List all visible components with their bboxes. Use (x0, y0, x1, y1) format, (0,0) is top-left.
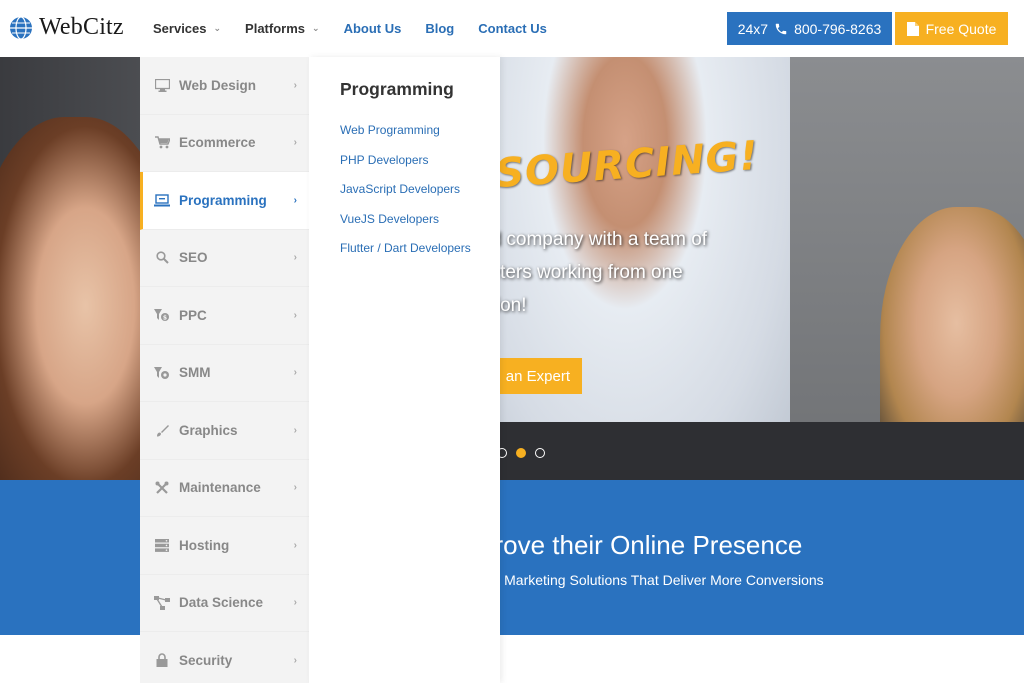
nav-contact[interactable]: Contact Us (478, 21, 547, 36)
site-header: WebCitz Services ⌄ Platforms ⌄ About Us … (0, 0, 1024, 57)
menu-item-ppc[interactable]: $ PPC › (140, 287, 309, 345)
menu-item-hosting[interactable]: Hosting › (140, 517, 309, 575)
slider-dots (497, 448, 545, 458)
smm-icon (154, 365, 170, 381)
menu-item-label: SEO (179, 250, 208, 266)
menu-item-maintenance[interactable]: Maintenance › (140, 460, 309, 517)
menu-item-ecommerce[interactable]: Ecommerce › (140, 115, 309, 172)
cart-icon (154, 135, 170, 151)
submenu-panel: Programming Web Programming PHP Develope… (309, 57, 500, 683)
submenu-link-flutter-developers[interactable]: Flutter / Dart Developers (340, 241, 471, 271)
chevron-right-icon: › (293, 137, 297, 149)
menu-item-label: Hosting (179, 537, 230, 553)
laptop-icon (154, 192, 170, 208)
submenu-link-vuejs-developers[interactable]: VueJS Developers (340, 212, 471, 242)
free-quote-label: Free Quote (925, 20, 997, 37)
menu-item-programming[interactable]: Programming › (140, 172, 309, 230)
phone-availability: 24x7 (737, 20, 769, 37)
chevron-down-icon: ⌄ (213, 23, 222, 33)
band-title: prove their Online Presence (480, 530, 803, 560)
nav-platforms[interactable]: Platforms ⌄ (245, 21, 320, 36)
free-quote-button[interactable]: Free Quote (895, 12, 1008, 45)
submenu-link-web-programming[interactable]: Web Programming (340, 123, 471, 153)
brush-icon (154, 422, 170, 438)
chevron-right-icon: › (293, 252, 297, 264)
search-icon (154, 250, 170, 266)
submenu-title: Programming (340, 79, 454, 99)
menu-item-label: Programming (179, 192, 267, 208)
menu-item-label: Security (179, 652, 233, 668)
submenu-link-php-developers[interactable]: PHP Developers (340, 153, 471, 183)
server-icon (154, 537, 170, 553)
chevron-right-icon: › (293, 194, 297, 206)
menu-item-data-science[interactable]: Data Science › (140, 575, 309, 632)
nav-blog[interactable]: Blog (425, 21, 454, 36)
band-subtitle: s & Marketing Solutions That Deliver Mor… (480, 572, 824, 588)
document-icon (906, 21, 919, 36)
hero-text-line-2: keters working from one (480, 262, 683, 283)
menu-item-label: Data Science (179, 595, 264, 611)
chevron-right-icon: › (293, 654, 297, 666)
menu-item-label: Ecommerce (179, 135, 256, 151)
globe-icon (10, 15, 32, 40)
network-icon (154, 595, 170, 611)
chevron-right-icon: › (293, 482, 297, 494)
chevron-right-icon: › (293, 309, 297, 321)
menu-item-smm[interactable]: SMM › (140, 345, 309, 402)
hero-text-line-1: ed company with a team of (480, 229, 708, 250)
nav-services-label: Services (153, 21, 207, 36)
menu-item-label: Web Design (179, 77, 257, 93)
main-nav: Services ⌄ Platforms ⌄ About Us Blog Con… (153, 0, 571, 57)
menu-item-label: Graphics (179, 422, 238, 438)
menu-item-web-design[interactable]: Web Design › (140, 57, 309, 115)
slider-dot-active[interactable] (516, 448, 526, 458)
submenu-link-javascript-developers[interactable]: JavaScript Developers (340, 182, 471, 212)
submenu-list: Web Programming PHP Developers JavaScrip… (340, 123, 471, 271)
svg-text:$: $ (163, 315, 167, 322)
menu-item-label: Maintenance (179, 480, 261, 496)
slider-dot[interactable] (535, 448, 545, 458)
menu-item-security[interactable]: Security › (140, 632, 309, 683)
phone-number: 800-796-8263 (794, 20, 882, 37)
chevron-right-icon: › (293, 79, 297, 91)
brand-name: WebCitz (39, 14, 124, 40)
nav-about[interactable]: About Us (344, 21, 402, 36)
phone-button[interactable]: 24x7 800-796-8263 (727, 12, 892, 45)
menu-item-label: PPC (179, 307, 207, 323)
menu-item-graphics[interactable]: Graphics › (140, 402, 309, 460)
phone-icon (775, 23, 787, 34)
hero-desk (480, 422, 1024, 480)
chevron-right-icon: › (293, 367, 297, 379)
tools-icon (154, 480, 170, 496)
chevron-down-icon: ⌄ (312, 23, 320, 33)
chevron-right-icon: › (293, 539, 297, 551)
monitor-icon (154, 77, 170, 93)
services-menu: Web Design › Ecommerce › Programming › S… (140, 57, 309, 683)
nav-services[interactable]: Services ⌄ (153, 21, 221, 36)
nav-platforms-label: Platforms (245, 21, 306, 36)
menu-item-seo[interactable]: SEO › (140, 230, 309, 287)
menu-item-label: SMM (179, 365, 211, 381)
logo[interactable]: WebCitz (9, 14, 124, 41)
chevron-right-icon: › (293, 597, 297, 609)
lock-icon (154, 652, 170, 668)
chevron-right-icon: › (293, 424, 297, 436)
ppc-icon: $ (154, 307, 170, 323)
